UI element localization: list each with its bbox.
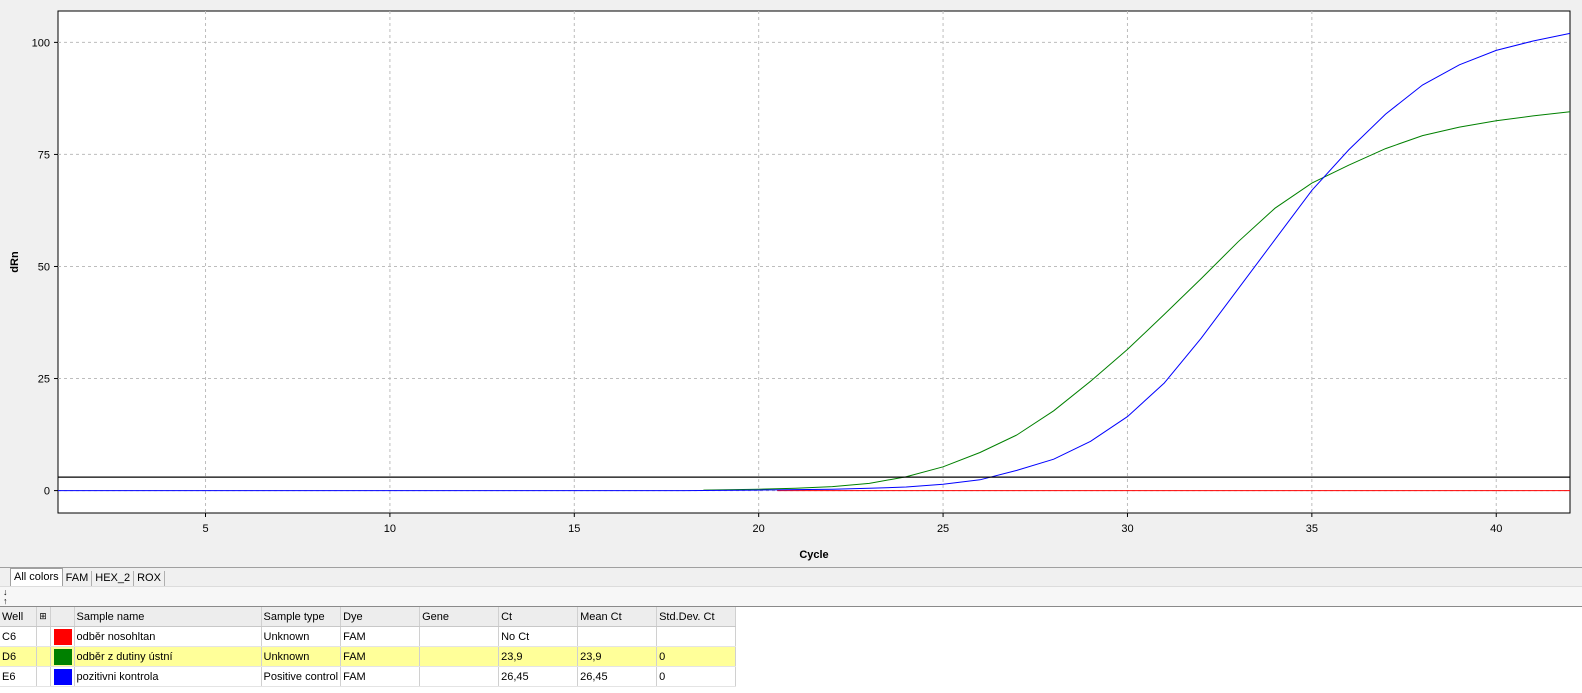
cell-dye: FAM	[340, 646, 421, 667]
column-header-color[interactable]	[50, 607, 75, 627]
amplification-chart-panel: 5 10 15 20 25 30 35 40 0 25 50 75 100 dRn Cycle	[0, 0, 1582, 568]
cell-mean-ct	[577, 626, 658, 647]
results-table: Well ⊞ Sample name Sample type Dye Gene …	[0, 607, 737, 687]
cell-sample-name: odběr nosohltan	[74, 626, 262, 647]
cell-ct: 26,45	[498, 666, 579, 687]
table-row[interactable]: C6 odběr nosohltan Unknown FAM No Ct	[0, 626, 737, 647]
table-row[interactable]: D6 odběr z dutiny ústní Unknown FAM 23,9…	[0, 646, 737, 667]
x-axis-title: Cycle	[799, 549, 828, 561]
cell-dye: FAM	[340, 626, 421, 647]
x-tick-label: 30	[1121, 523, 1133, 535]
cell-std-dev-ct	[656, 626, 737, 647]
table-row[interactable]: E6 pozitivni kontrola Positive control F…	[0, 666, 737, 687]
column-header-sample-name[interactable]: Sample name	[74, 607, 262, 627]
expand-up-icon[interactable]: ↑	[3, 597, 8, 606]
table-header-row: Well ⊞ Sample name Sample type Dye Gene …	[0, 607, 737, 627]
cell-well: E6	[0, 666, 37, 687]
x-tick-label: 10	[384, 523, 396, 535]
cell-sample-type: Unknown	[261, 626, 342, 647]
column-header-gene[interactable]: Gene	[419, 607, 500, 627]
color-swatch[interactable]	[53, 648, 72, 665]
column-header-mean-ct[interactable]: Mean Ct	[577, 607, 658, 627]
table-toolbar: ↓ ↑	[0, 586, 1582, 607]
cell-sample-type: Positive control	[261, 666, 342, 687]
amplification-chart: 5 10 15 20 25 30 35 40 0 25 50 75 100 dRn Cycle	[9, 10, 1571, 561]
cell-sample-name: odběr z dutiny ústní	[74, 646, 262, 667]
y-axis-title: dRn	[9, 251, 21, 273]
x-tick-label: 5	[202, 523, 208, 535]
x-tick-label: 40	[1490, 523, 1502, 535]
tab-fam[interactable]: FAM	[62, 571, 93, 586]
y-tick-label: 75	[38, 149, 50, 161]
cell-dye: FAM	[340, 666, 421, 687]
x-tick-label: 25	[937, 523, 949, 535]
cell-gene	[419, 626, 500, 647]
x-tick-label: 15	[568, 523, 580, 535]
cell-std-dev-ct: 0	[656, 666, 737, 687]
y-tick-label: 0	[44, 486, 50, 498]
results-table-area: Well ⊞ Sample name Sample type Dye Gene …	[0, 607, 1582, 693]
column-header-ct[interactable]: Ct	[498, 607, 579, 627]
column-header-std-dev-ct[interactable]: Std.Dev. Ct	[656, 607, 737, 627]
color-swatch[interactable]	[53, 628, 72, 645]
cell-mean-ct: 23,9	[577, 646, 658, 667]
y-tick-label: 100	[32, 37, 50, 49]
cell-gene	[419, 666, 500, 687]
cell-well: C6	[0, 626, 37, 647]
x-tick-label: 20	[753, 523, 765, 535]
cell-std-dev-ct: 0	[656, 646, 737, 667]
cell-well: D6	[0, 646, 37, 667]
cell-ct: 23,9	[498, 646, 579, 667]
column-header-well[interactable]: Well	[0, 607, 37, 627]
column-header-dye[interactable]: Dye	[340, 607, 421, 627]
plot-area	[57, 10, 1571, 514]
tab-hex-2[interactable]: HEX_2	[92, 571, 135, 586]
column-chooser-icon[interactable]: ⊞	[36, 607, 51, 627]
cell-gene	[419, 646, 500, 667]
column-header-sample-type[interactable]: Sample type	[261, 607, 342, 627]
cell-sample-name: pozitivni kontrola	[74, 666, 262, 687]
tab-rox[interactable]: ROX	[134, 571, 165, 586]
cell-sample-type: Unknown	[261, 646, 342, 667]
cell-ct: No Ct	[498, 626, 579, 647]
color-swatch[interactable]	[53, 668, 72, 685]
dye-tabs: All colors FAM HEX_2 ROX	[0, 568, 1582, 586]
y-tick-label: 25	[38, 374, 50, 386]
y-tick-label: 50	[38, 261, 50, 273]
cell-mean-ct: 26,45	[577, 666, 658, 687]
x-tick-label: 35	[1306, 523, 1318, 535]
tab-all-colors[interactable]: All colors	[10, 568, 63, 586]
